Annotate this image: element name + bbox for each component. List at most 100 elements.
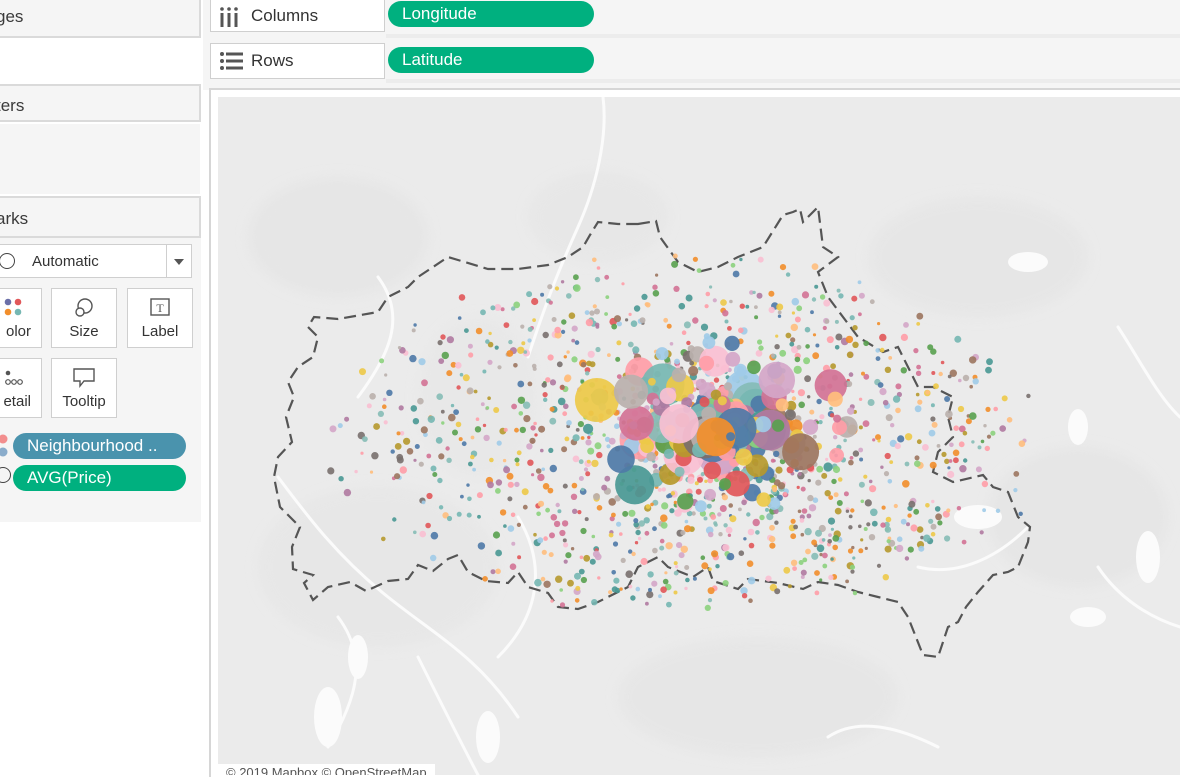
listing-point[interactable]: [555, 502, 560, 508]
listing-point[interactable]: [684, 519, 689, 524]
listing-point[interactable]: [704, 304, 709, 309]
listing-point[interactable]: [572, 455, 580, 463]
listing-point[interactable]: [545, 507, 550, 513]
listing-point[interactable]: [537, 473, 545, 482]
listing-point[interactable]: [866, 522, 871, 527]
listing-point[interactable]: [547, 354, 554, 361]
listing-point[interactable]: [396, 453, 404, 461]
listing-point[interactable]: [928, 429, 936, 437]
listing-point[interactable]: [543, 536, 548, 541]
listing-point[interactable]: [413, 323, 417, 327]
listing-point[interactable]: [464, 328, 469, 333]
listing-point[interactable]: [418, 461, 424, 467]
listing-point[interactable]: [927, 344, 934, 351]
listing-point[interactable]: [892, 395, 901, 403]
listing-point[interactable]: [900, 333, 909, 341]
listing-point[interactable]: [910, 524, 918, 532]
listing-point[interactable]: [929, 461, 937, 469]
listing-point[interactable]: [816, 398, 822, 405]
listing-point[interactable]: [706, 503, 712, 509]
listing-point[interactable]: [450, 403, 455, 408]
listing-point[interactable]: [798, 401, 805, 409]
listing-point[interactable]: [661, 487, 666, 492]
listing-point[interactable]: [913, 348, 919, 354]
listing-point[interactable]: [672, 253, 678, 259]
listing-point[interactable]: [728, 503, 733, 508]
listing-point[interactable]: [804, 527, 812, 536]
listing-point[interactable]: [438, 453, 445, 460]
listing-point[interactable]: [770, 458, 776, 463]
listing-point[interactable]: [800, 575, 805, 579]
listing-point[interactable]: [913, 508, 920, 515]
filters-drop-area[interactable]: [0, 124, 200, 194]
listing-point[interactable]: [834, 345, 840, 350]
listing-point[interactable]: [543, 397, 548, 402]
listing-point[interactable]: [461, 441, 467, 447]
listing-point[interactable]: [549, 406, 555, 412]
listing-point[interactable]: [881, 505, 886, 510]
listing-point[interactable]: [621, 282, 625, 286]
listing-point[interactable]: [604, 312, 608, 316]
listing-point[interactable]: [591, 534, 596, 539]
listing-point[interactable]: [777, 482, 786, 490]
listing-point[interactable]: [526, 291, 533, 298]
listing-point[interactable]: [877, 322, 881, 326]
listing-point[interactable]: [916, 526, 924, 533]
listing-point[interactable]: [574, 378, 619, 422]
listing-point[interactable]: [774, 344, 780, 350]
listing-point[interactable]: [864, 546, 868, 550]
listing-point[interactable]: [652, 284, 658, 290]
listing-point[interactable]: [827, 517, 836, 525]
listing-point[interactable]: [503, 427, 508, 432]
listing-point[interactable]: [568, 312, 576, 319]
listing-point[interactable]: [613, 577, 620, 584]
listing-point[interactable]: [555, 575, 563, 583]
listing-point[interactable]: [918, 545, 925, 552]
listing-point[interactable]: [704, 479, 708, 483]
listing-point[interactable]: [784, 409, 796, 421]
listing-point[interactable]: [774, 520, 779, 525]
listing-point[interactable]: [492, 531, 501, 539]
listing-point[interactable]: [510, 512, 516, 518]
listing-point[interactable]: [790, 533, 797, 540]
listing-point[interactable]: [652, 398, 660, 406]
listing-point[interactable]: [810, 310, 814, 315]
listing-point[interactable]: [803, 357, 811, 365]
listing-point[interactable]: [768, 306, 775, 314]
listing-point[interactable]: [1018, 440, 1026, 448]
listing-point[interactable]: [641, 293, 648, 300]
listing-point[interactable]: [543, 580, 551, 588]
listing-point[interactable]: [745, 304, 750, 309]
listing-point[interactable]: [861, 371, 865, 376]
listing-point[interactable]: [858, 548, 864, 554]
listing-point[interactable]: [671, 367, 687, 383]
listing-point[interactable]: [900, 518, 907, 525]
listing-point[interactable]: [441, 351, 449, 360]
listing-point[interactable]: [857, 280, 862, 285]
listing-point[interactable]: [893, 503, 898, 509]
listing-point[interactable]: [822, 325, 827, 331]
listing-point[interactable]: [747, 576, 756, 585]
listing-point[interactable]: [1013, 471, 1020, 477]
listing-point[interactable]: [871, 520, 878, 527]
listing-point[interactable]: [534, 578, 542, 587]
listing-point[interactable]: [467, 496, 472, 502]
listing-point[interactable]: [877, 382, 884, 388]
listing-point[interactable]: [859, 457, 864, 462]
listing-point[interactable]: [413, 458, 417, 462]
listing-point[interactable]: [572, 508, 578, 514]
listing-point[interactable]: [482, 423, 487, 428]
listing-point[interactable]: [362, 436, 368, 442]
listing-point[interactable]: [969, 356, 977, 364]
listing-point[interactable]: [596, 451, 603, 459]
listing-point[interactable]: [446, 370, 453, 377]
listing-point[interactable]: [914, 460, 921, 468]
listing-point[interactable]: [986, 358, 993, 366]
listing-point[interactable]: [876, 563, 882, 568]
listing-point[interactable]: [371, 452, 379, 460]
listing-point[interactable]: [557, 509, 562, 514]
listing-point[interactable]: [514, 481, 520, 488]
listing-point[interactable]: [741, 499, 747, 506]
listing-point[interactable]: [787, 584, 792, 589]
listing-point[interactable]: [485, 339, 490, 344]
